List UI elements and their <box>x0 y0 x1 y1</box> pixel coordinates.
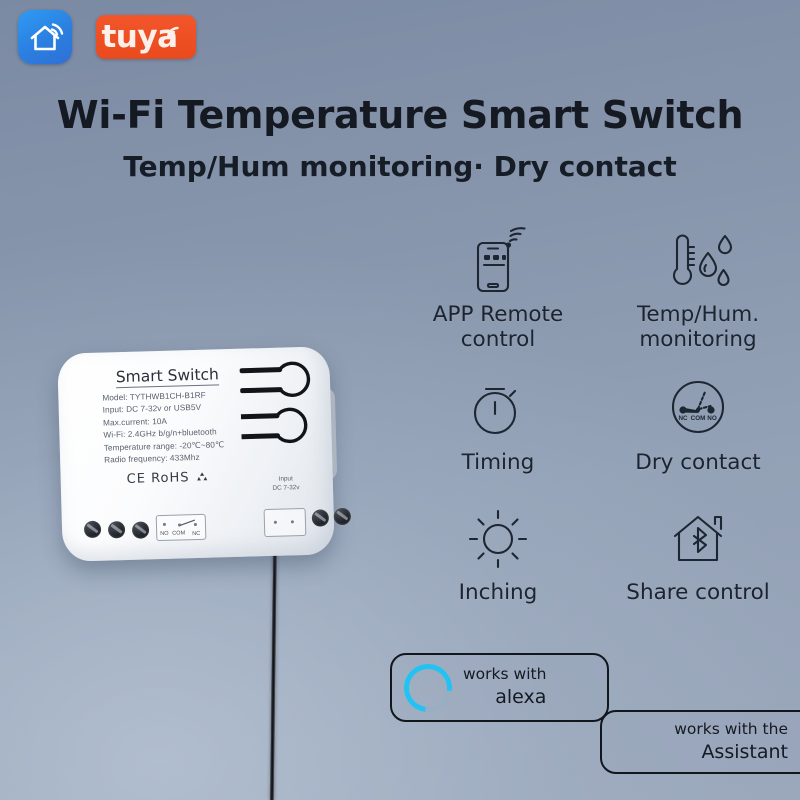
house-bluetooth-icon <box>661 500 735 578</box>
terminal-dot <box>290 520 295 524</box>
product-marketing-image: tuya Wi-Fi Temperature Smart Switch Temp… <box>0 0 800 800</box>
smart-home-house-wifi-icon <box>30 23 64 51</box>
input-power-label: Input DC 7-32v <box>257 475 315 494</box>
feature-timing: Timing <box>398 370 598 500</box>
alexa-ring-icon <box>394 653 462 722</box>
works-with-alexa-badge: works with alexa <box>390 653 609 722</box>
feature-inching: Inching <box>398 500 598 630</box>
svg-text:COM: COM <box>691 415 706 422</box>
device-label-face: Smart Switch Model: TYTHWB1CH-B1RF Input… <box>57 346 352 562</box>
badge-text: works with alexa <box>463 665 546 709</box>
relay-wiring-diagram <box>239 361 311 444</box>
brand-logo-row: tuya <box>18 10 196 64</box>
feature-label: Timing <box>461 450 535 475</box>
terminal-dot <box>273 520 278 525</box>
feature-label: Inching <box>458 580 538 605</box>
relay-contact-icon: NC COM NO <box>663 370 733 448</box>
relay-terminal-diagram-box: NO COM NC <box>155 513 207 542</box>
terminal-screw <box>131 521 150 539</box>
badge-line2: alexa <box>495 686 547 709</box>
input-label-line2: DC 7-32v <box>272 483 300 492</box>
terminal-screw <box>311 509 330 527</box>
feature-label: Dry contact <box>635 450 761 475</box>
feature-app-remote-control: APP Remote control <box>398 222 598 370</box>
feature-row-2: Timing NC COM NO Dry contact <box>398 370 798 500</box>
badge-line1: works with the <box>674 719 788 738</box>
terminal-screw <box>83 520 102 539</box>
phone-wifi-icon <box>462 222 534 300</box>
badge-text: works with the Assistant <box>602 720 796 764</box>
svg-text:NC: NC <box>678 415 688 422</box>
page-title: Wi-Fi Temperature Smart Switch <box>56 93 744 137</box>
certification-marks: CE RoHS <box>126 470 208 487</box>
terminal-label-com: COM <box>172 530 186 537</box>
feature-label: Temp/Hum. monitoring <box>636 302 760 353</box>
feature-label: APP Remote control <box>432 302 564 353</box>
feature-share-control: Share control <box>598 500 798 630</box>
feature-row-1: APP Remote control Temp/Hum. monitoring <box>398 222 798 370</box>
smart-switch-device: Smart Switch Model: TYTHWB1CH-B1RF Input… <box>52 344 352 584</box>
svg-text:NO: NO <box>707 415 717 422</box>
feature-row-3: Inching Share control <box>398 500 798 630</box>
ce-rohs-text: CE RoHS <box>126 470 190 487</box>
terminal-screw <box>107 521 126 539</box>
wifi-arc-icon <box>166 26 179 40</box>
badge-line2: Assistant <box>701 740 788 763</box>
sun-brightness-icon <box>464 500 532 578</box>
input-terminal-box <box>263 507 307 538</box>
tuya-logo: tuya <box>96 15 196 59</box>
terminal-label-no: NO <box>160 530 169 538</box>
terminal-screw <box>333 507 352 526</box>
stopwatch-icon <box>465 370 531 448</box>
page-subtitle: Temp/Hum monitoring· Dry contact <box>123 150 677 183</box>
smart-life-logo <box>18 10 72 64</box>
thermometer-droplets-icon <box>653 222 743 300</box>
feature-label: Share control <box>626 580 770 605</box>
device-title: Smart Switch <box>115 365 220 389</box>
feature-temp-hum-monitoring: Temp/Hum. monitoring <box>598 222 798 370</box>
works-with-google-assistant-badge: works with the Assistant <box>600 710 800 774</box>
feature-dry-contact: NC COM NO Dry contact <box>598 370 798 500</box>
recycle-icon <box>197 472 208 481</box>
temperature-probe-cable <box>269 547 278 800</box>
feature-grid: APP Remote control Temp/Hum. monitoring … <box>398 222 798 630</box>
terminal-label-nc: NC <box>192 530 201 538</box>
badge-line1: works with <box>463 665 547 684</box>
